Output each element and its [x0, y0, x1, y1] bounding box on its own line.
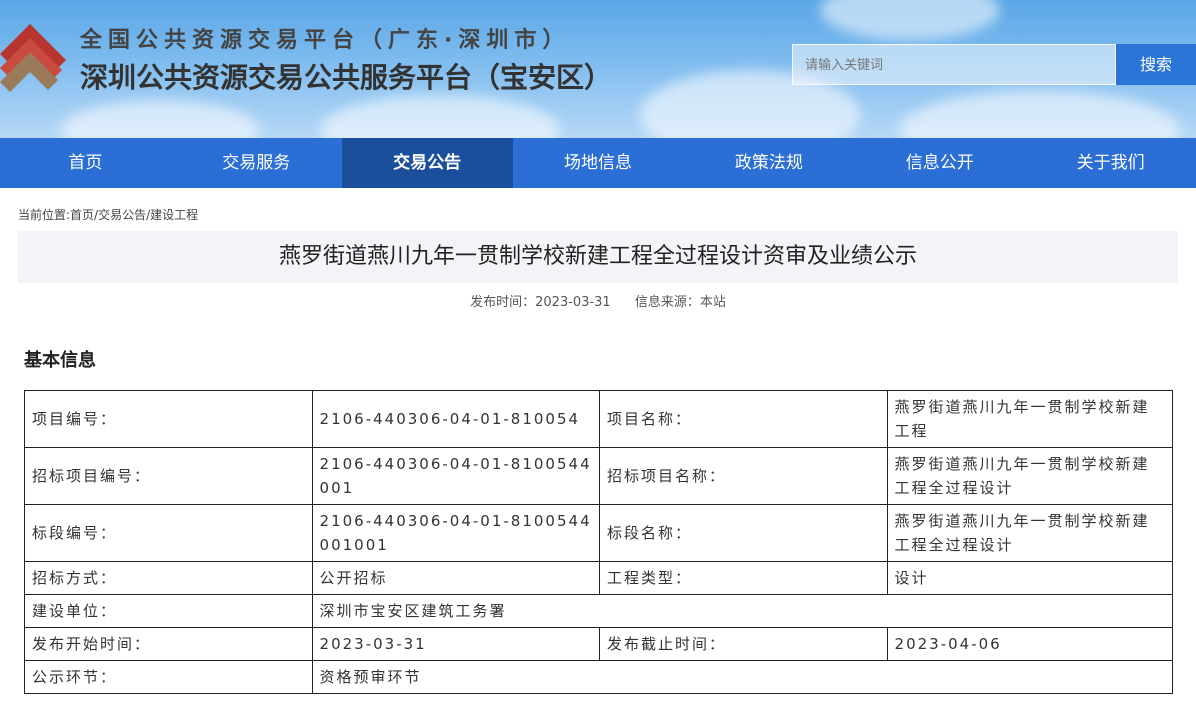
article-meta: 发布时间：2023-03-31 信息来源：本站 — [0, 291, 1196, 310]
table-value: 2106-440306-04-01-8100544001001 — [311, 504, 600, 562]
article-title: 燕罗街道燕川九年一贯制学校新建工程全过程设计资审及业绩公示 — [18, 231, 1178, 283]
nav-item-trade-service[interactable]: 交易服务 — [171, 138, 342, 188]
search-input[interactable]: 请输入关键词 — [792, 44, 1116, 85]
table-value: 2106-440306-04-01-810054 — [311, 390, 600, 448]
nav-item-info-disclosure[interactable]: 信息公开 — [854, 138, 1025, 188]
table-value: 公开招标 — [311, 561, 600, 595]
info-source: 信息来源：本站 — [634, 295, 726, 310]
table-label: 标段编号： — [24, 504, 313, 562]
search-button[interactable]: 搜索 — [1116, 44, 1196, 85]
table-label: 发布截止时间： — [598, 627, 888, 661]
site-header: 全国公共资源交易平台（广东·深圳市） 深圳公共资源交易公共服务平台（宝安区） 请… — [0, 0, 1196, 138]
nav-item-trade-notice[interactable]: 交易公告 — [341, 138, 513, 188]
table-row: 发布开始时间： 2023-03-31 发布截止时间： 2023-04-06 — [24, 627, 1174, 661]
section-title: 基本信息 — [24, 350, 96, 371]
table-value: 资格预审环节 — [311, 660, 1174, 694]
table-row: 公示环节： 资格预审环节 — [24, 660, 1174, 694]
national-platform-title: 全国公共资源交易平台（广东·深圳市） — [80, 28, 571, 53]
table-value: 燕罗街道燕川九年一贯制学校新建工程全过程设计 — [886, 504, 1174, 562]
table-value: 燕罗街道燕川九年一贯制学校新建工程 — [886, 390, 1174, 448]
header-titles: 全国公共资源交易平台（广东·深圳市） 深圳公共资源交易公共服务平台（宝安区） — [80, 26, 612, 100]
nav-item-about-us[interactable]: 关于我们 — [1025, 138, 1196, 188]
table-value: 2106-440306-04-01-8100544001 — [311, 447, 600, 505]
nav-item-home[interactable]: 首页 — [0, 138, 171, 188]
site-title: 深圳公共资源交易公共服务平台（宝安区） — [80, 61, 613, 94]
table-value: 2023-03-31 — [311, 627, 600, 661]
table-value: 深圳市宝安区建筑工务署 — [311, 594, 1174, 628]
table-value: 设计 — [886, 561, 1174, 595]
main-nav: 首页 交易服务 交易公告 场地信息 政策法规 信息公开 关于我们 — [0, 138, 1196, 188]
table-label: 项目编号： — [24, 390, 313, 448]
nav-item-policy[interactable]: 政策法规 — [683, 138, 854, 188]
table-label: 建设单位： — [24, 594, 313, 628]
publish-time: 发布时间：2023-03-31 — [470, 295, 611, 310]
table-value: 2023-04-06 — [886, 627, 1174, 661]
nav-item-venue-info[interactable]: 场地信息 — [513, 138, 684, 188]
basic-info-table: 项目编号： 2106-440306-04-01-810054 项目名称： 燕罗街… — [24, 390, 1174, 694]
table-row: 项目编号： 2106-440306-04-01-810054 项目名称： 燕罗街… — [24, 390, 1174, 448]
table-label: 招标项目名称： — [598, 447, 888, 505]
table-label: 招标方式： — [24, 561, 313, 595]
table-row: 招标项目编号： 2106-440306-04-01-8100544001 招标项… — [24, 447, 1174, 505]
table-row: 标段编号： 2106-440306-04-01-8100544001001 标段… — [24, 504, 1174, 562]
table-label: 标段名称： — [598, 504, 888, 562]
table-value: 燕罗街道燕川九年一贯制学校新建工程全过程设计 — [886, 447, 1174, 505]
table-label: 项目名称： — [598, 390, 888, 448]
table-label: 公示环节： — [24, 660, 313, 694]
platform-logo-icon — [0, 24, 66, 92]
table-label: 招标项目编号： — [24, 447, 313, 505]
table-label: 工程类型： — [598, 561, 888, 595]
table-label: 发布开始时间： — [24, 627, 313, 661]
table-row: 建设单位： 深圳市宝安区建筑工务署 — [24, 594, 1174, 628]
table-row: 招标方式： 公开招标 工程类型： 设计 — [24, 561, 1174, 595]
breadcrumb[interactable]: 当前位置:首页/交易公告/建设工程 — [18, 206, 1196, 223]
